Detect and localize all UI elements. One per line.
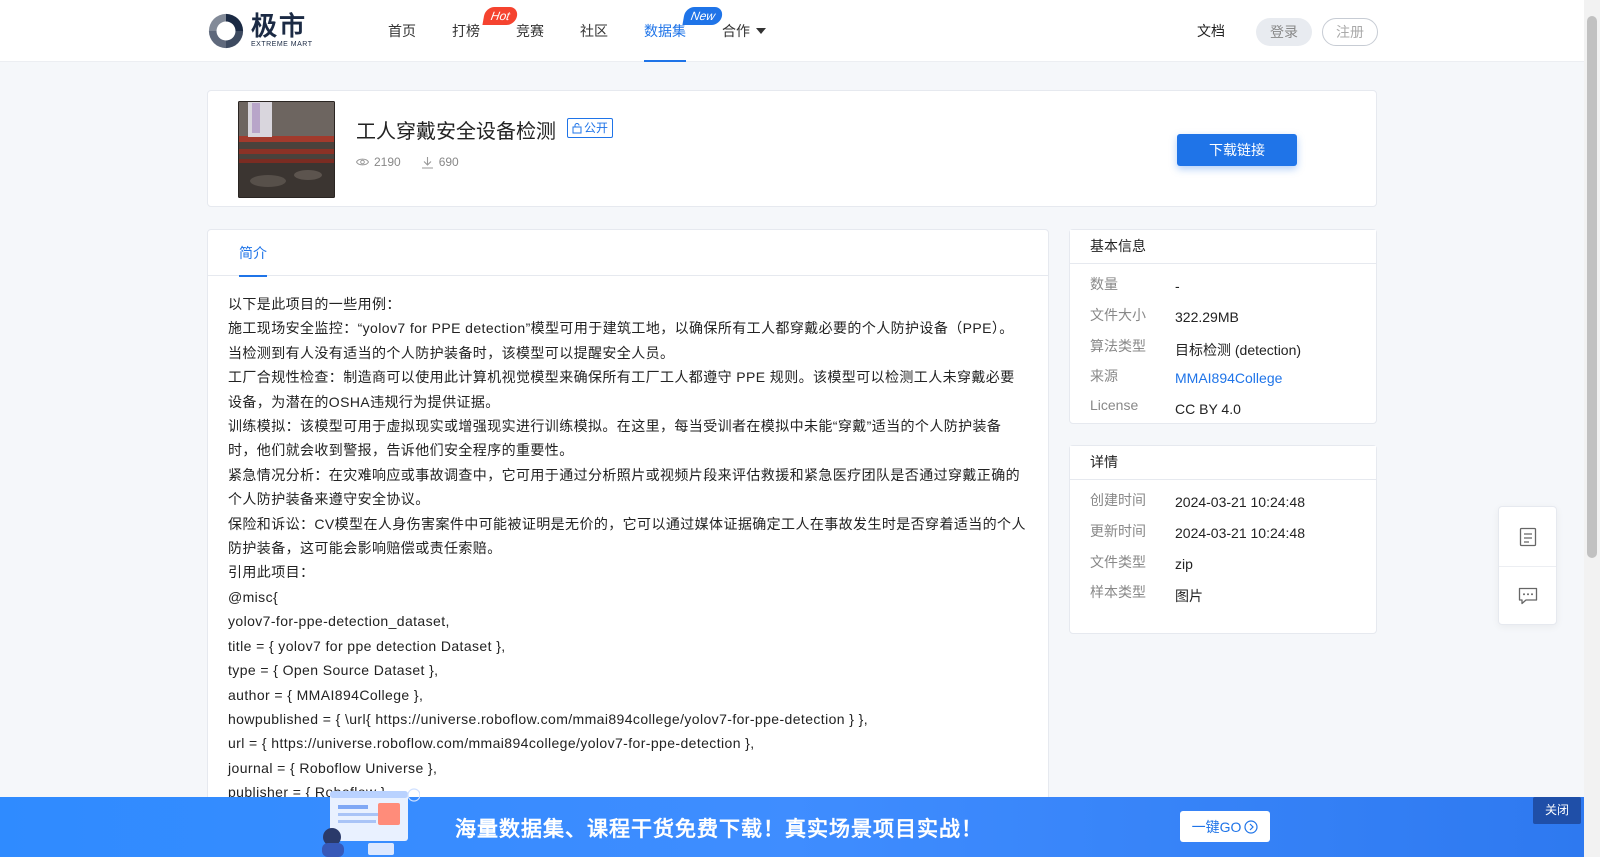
download-icon — [421, 156, 433, 169]
detail-row: 文件类型 zip — [1090, 553, 1193, 572]
arrow-circle-right-icon — [1244, 819, 1258, 834]
download-count: 690 — [421, 155, 459, 169]
panel-title: 详情 — [1070, 446, 1376, 480]
dataset-stats: 2190 690 — [356, 155, 479, 169]
page-scrollbar[interactable] — [1584, 0, 1600, 857]
detail-row: 创建时间 2024-03-21 10:24:48 — [1090, 492, 1305, 510]
floating-toolbar — [1498, 506, 1557, 625]
caret-down-icon — [756, 28, 766, 34]
info-row: 数量 - — [1090, 276, 1180, 294]
desc-paragraph: 训练模拟：该模型可用于虚拟现实或增强现实进行训练模拟。在这里，每当受训者在模拟中… — [228, 418, 1002, 459]
download-link-button[interactable]: 下载链接 — [1177, 134, 1297, 166]
feedback-button[interactable] — [1499, 566, 1556, 625]
details-panel: 详情 创建时间 2024-03-21 10:24:48 更新时间 2024-03-2… — [1069, 445, 1377, 634]
banner-close-button[interactable]: 关闭 — [1533, 797, 1581, 824]
citation-line: title = { yolov7 for ppe detection Datas… — [228, 637, 506, 654]
scrollbar-thumb[interactable] — [1587, 16, 1597, 558]
document-icon — [1519, 527, 1536, 546]
top-navbar: 极市 EXTREME MART 首页 打榜 Hot 竞赛 社区 数据集 New … — [0, 0, 1584, 62]
go-button[interactable]: 一键GO — [1180, 811, 1270, 842]
citation-line: author = { MMAI894College }, — [228, 686, 424, 703]
nav-community[interactable]: 社区 — [562, 0, 626, 62]
promo-illustration — [322, 788, 420, 857]
basic-info-panel: 基本信息 数量 - 文件大小 322.29MB 算法类型 目标检测 (detectio… — [1069, 229, 1377, 424]
promo-slogan: 海量数据集、课程干货免费下载！真实场景项目实战！ — [455, 818, 983, 841]
nav-leaderboard[interactable]: 打榜 Hot — [434, 0, 519, 62]
nav-home[interactable]: 首页 — [370, 0, 434, 62]
citation-line: url = { https://universe.roboflow.com/mm… — [228, 735, 755, 752]
info-row: 文件大小 322.29MB — [1090, 306, 1239, 325]
source-link[interactable]: MMAI894College — [1175, 370, 1282, 386]
info-row: 算法类型 目标检测 (detection) — [1090, 337, 1302, 358]
desc-paragraph: 以下是此项目的一些用例： — [228, 296, 401, 312]
dataset-title: 工人穿戴安全设备检测 — [356, 121, 556, 143]
site-logo[interactable]: 极市 EXTREME MART — [207, 12, 317, 50]
citation-line: @misc{ — [228, 588, 279, 605]
desc-paragraph: 施工现场安全监控：“yolov7 for PPE detection”模型可用于… — [228, 320, 1014, 361]
tab-bar: 简介 — [208, 230, 1048, 277]
citation-line: howpublished = { \url{ https://universe.… — [228, 710, 868, 727]
chat-icon — [1518, 587, 1537, 605]
login-button[interactable]: 登录 — [1256, 18, 1312, 46]
logo-mark-icon — [208, 13, 244, 49]
promo-banner: 海量数据集、课程干货免费下载！真实场景项目实战！ 一键GO — [0, 788, 1584, 857]
citation-line: journal = { Roboflow Universe }, — [228, 759, 438, 776]
dataset-header-card: 工人穿戴安全设备检测 公开 2190 690 下载链接 — [207, 90, 1377, 207]
info-row: 来源 MMAI894College — [1090, 368, 1283, 387]
description-card: 简介 以下是此项目的一些用例： 施工现场安全监控：“yolov7 for PPE… — [207, 229, 1049, 857]
desc-paragraph: 保险和诉讼：CV模型在人身伤害案件中可能被证明是无价的，它可以通过媒体证据确定工… — [228, 515, 1026, 557]
view-count: 2190 — [356, 155, 401, 169]
document-button[interactable] — [1499, 507, 1556, 566]
detail-row: 样本类型 图片 — [1090, 584, 1203, 605]
panel-title: 基本信息 — [1070, 230, 1376, 264]
nav-docs[interactable]: 文档 — [1197, 0, 1225, 62]
detail-row: 更新时间 2024-03-21 10:24:48 — [1090, 522, 1305, 541]
citation-line: type = { Open Source Dataset }, — [228, 662, 439, 679]
logo-text: 极市 — [251, 12, 308, 42]
desc-paragraph: 引用此项目： — [228, 564, 315, 581]
nav-cooperation[interactable]: 合作 — [704, 0, 784, 62]
logo-subtext: EXTREME MART — [251, 41, 313, 48]
info-row: License CC BY 4.0 — [1090, 397, 1241, 418]
tab-intro[interactable]: 简介 — [239, 230, 267, 277]
eye-icon — [356, 158, 369, 166]
dataset-thumbnail — [238, 101, 335, 198]
desc-paragraph: 工厂合规性检查：制造商可以使用此计算机视觉模型来确保所有工厂工人都遵守 PPE … — [228, 369, 1015, 410]
nav-datasets[interactable]: 数据集 New — [626, 0, 724, 62]
desc-paragraph: 紧急情况分析：在灾难响应或事故调查中，它可用于通过分析照片或视频片段来评估救援和… — [228, 466, 1020, 508]
public-badge: 公开 — [567, 118, 614, 138]
lock-open-icon — [572, 123, 582, 134]
nav-competition[interactable]: 竞赛 — [498, 0, 562, 62]
description-text: 以下是此项目的一些用例： 施工现场安全监控：“yolov7 for PPE de… — [228, 292, 1028, 805]
main-nav: 首页 打榜 Hot 竞赛 社区 数据集 New 合作 — [370, 0, 784, 62]
citation-line: yolov7-for-ppe-detection_dataset, — [228, 613, 450, 630]
register-button[interactable]: 注册 — [1322, 18, 1378, 46]
